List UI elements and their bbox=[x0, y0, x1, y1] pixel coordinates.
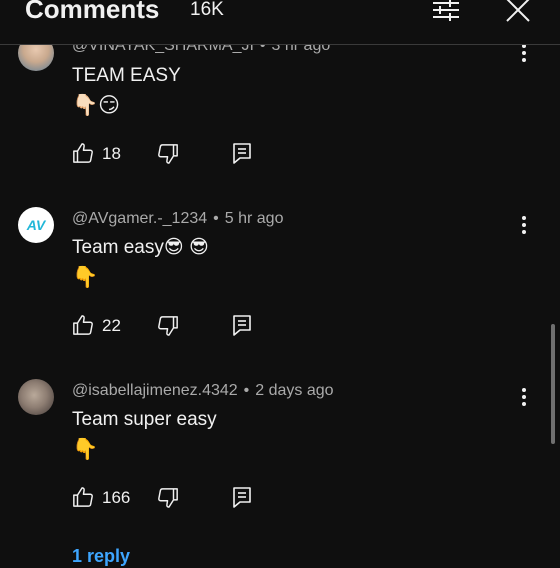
comment-meta: @isabellajimenez.4342 • 2 days ago bbox=[72, 382, 334, 399]
comment-author[interactable]: @isabellajimenez.4342 bbox=[72, 382, 238, 399]
page-title: Comments bbox=[25, 0, 160, 24]
like-button[interactable] bbox=[72, 142, 94, 164]
comment-author[interactable]: @AVgamer.-_1234 bbox=[72, 210, 207, 227]
comment-item: AV @AVgamer.-_1234 • 5 hr ago Team easy😎 😎… bbox=[0, 202, 560, 362]
comment-text: Team super easy bbox=[72, 409, 217, 430]
dislike-button[interactable] bbox=[157, 487, 179, 509]
sliders-icon bbox=[433, 0, 459, 21]
comment-meta: @AVgamer.-_1234 • 5 hr ago bbox=[72, 210, 284, 227]
thumbs-down-icon bbox=[158, 488, 178, 508]
like-count: 18 bbox=[102, 144, 121, 163]
reply-button[interactable] bbox=[232, 142, 254, 164]
comment-emoji-line: 👇 bbox=[72, 437, 99, 461]
comments-header: Comments 16K bbox=[0, 0, 560, 45]
like-count: 166 bbox=[102, 488, 131, 507]
thumbs-down-icon bbox=[158, 316, 178, 336]
comment-emoji-line: 👇🏻😏 bbox=[72, 93, 121, 117]
more-vertical-icon bbox=[522, 44, 526, 62]
comment-text: Team easy😎 😎 bbox=[72, 237, 209, 258]
dislike-button[interactable] bbox=[157, 315, 179, 337]
reply-button[interactable] bbox=[232, 314, 254, 336]
more-options-button[interactable] bbox=[512, 212, 536, 238]
avatar-logo-text: AV bbox=[26, 217, 46, 233]
close-button[interactable] bbox=[502, 0, 534, 24]
thumbs-up-icon bbox=[73, 315, 93, 335]
avatar[interactable] bbox=[18, 379, 54, 415]
filter-button[interactable] bbox=[430, 0, 462, 24]
comment-time: 2 days ago bbox=[255, 382, 334, 399]
close-icon bbox=[506, 0, 530, 22]
comment-text: TEAM EASY bbox=[72, 65, 181, 86]
thumbs-up-icon bbox=[73, 487, 93, 507]
comment-item: @VINAYAK_SHARMA_JI • 3 hr ago TEAM EASY 👇🏻… bbox=[0, 30, 560, 190]
thumbs-up-icon bbox=[73, 143, 93, 163]
comment-time: 5 hr ago bbox=[224, 210, 284, 227]
thumbs-down-icon bbox=[158, 144, 178, 164]
like-button[interactable] bbox=[72, 314, 94, 336]
dislike-button[interactable] bbox=[157, 143, 179, 165]
like-count: 22 bbox=[102, 316, 121, 335]
comment-icon bbox=[233, 143, 251, 164]
comment-icon bbox=[233, 487, 251, 508]
scrollbar[interactable] bbox=[551, 324, 555, 444]
view-replies-link[interactable]: 1 reply bbox=[72, 544, 130, 568]
comment-actions: 166 bbox=[72, 486, 272, 510]
more-vertical-icon bbox=[522, 216, 526, 234]
more-vertical-icon bbox=[522, 388, 526, 406]
like-button[interactable] bbox=[72, 486, 94, 508]
reply-button[interactable] bbox=[232, 486, 254, 508]
comment-item: @isabellajimenez.4342 • 2 days ago Team su… bbox=[0, 374, 560, 534]
more-options-button[interactable] bbox=[512, 384, 536, 410]
avatar[interactable]: AV bbox=[18, 207, 54, 243]
comment-actions: 22 bbox=[72, 314, 272, 338]
comment-actions: 18 bbox=[72, 142, 272, 166]
comment-icon bbox=[233, 315, 251, 336]
comment-emoji-line: 👇 bbox=[72, 265, 99, 289]
comment-count: 16K bbox=[190, 0, 224, 20]
